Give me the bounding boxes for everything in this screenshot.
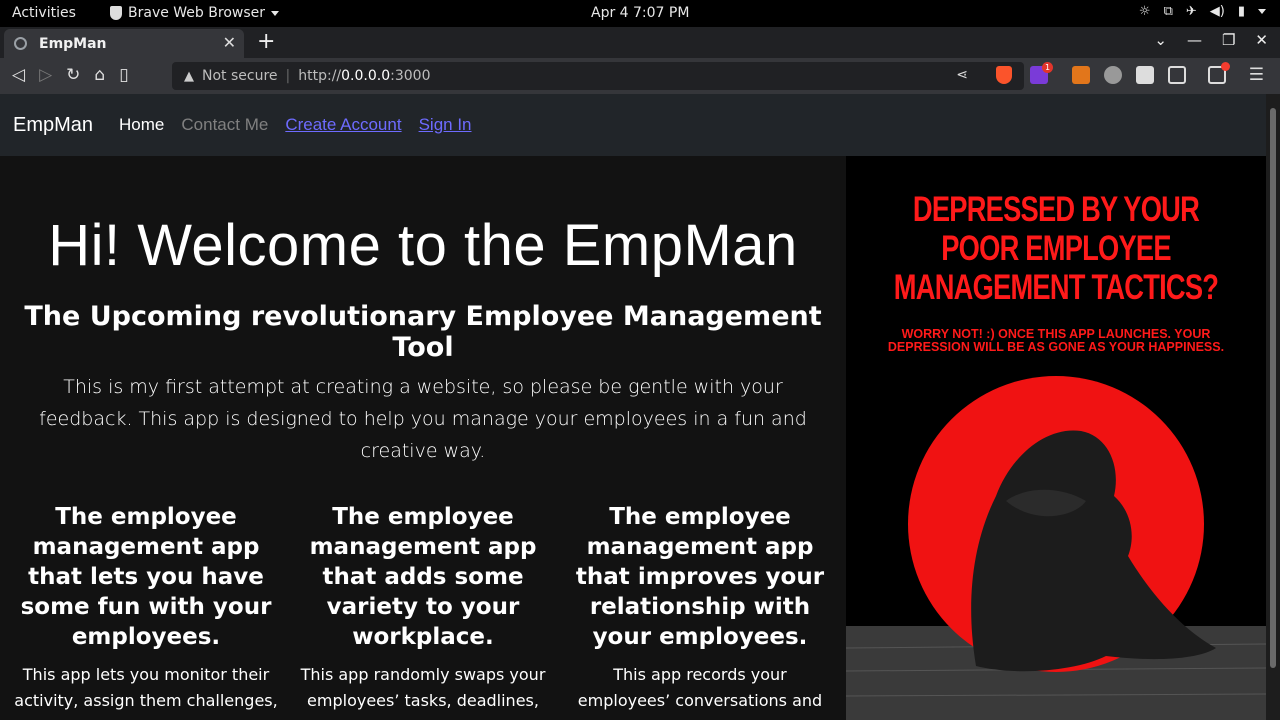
- url-separator: |: [285, 68, 291, 84]
- nav-link-contact[interactable]: Contact Me: [181, 115, 268, 135]
- brave-rewards-icon[interactable]: 1: [1030, 62, 1053, 84]
- feature-column: The employee management app that lets yo…: [12, 502, 280, 714]
- hamburger-menu-icon[interactable]: ☰: [1249, 65, 1264, 85]
- nav-buttons: ◁ ▷ ↻ ⌂ ▯: [12, 65, 129, 85]
- activities-button[interactable]: Activities: [12, 5, 76, 21]
- tab-title: EmpMan: [39, 35, 107, 52]
- bookmark-icon[interactable]: ▯: [119, 65, 128, 85]
- feature-text: This app randomly swaps your employees’ …: [300, 665, 546, 710]
- app-menu[interactable]: Brave Web Browser: [110, 5, 279, 21]
- feature-text: This app lets you monitor their activity…: [14, 665, 278, 710]
- brightness-icon: ☼: [1138, 4, 1151, 19]
- feature-heading: The employee management app that adds so…: [309, 504, 537, 650]
- chevron-down-icon: [271, 10, 279, 16]
- feature-heading: The employee management app that lets yo…: [20, 504, 272, 650]
- clock[interactable]: Apr 4 7:07 PM: [591, 5, 689, 21]
- system-tray[interactable]: ☼ ⧉ ✈ ◀) ▮: [1139, 4, 1266, 19]
- feature-columns: The employee management app that lets yo…: [12, 502, 834, 714]
- restore-icon[interactable]: ❐: [1222, 31, 1235, 49]
- page-scrollbar[interactable]: [1266, 94, 1280, 720]
- sidebar-icon[interactable]: [1168, 66, 1186, 84]
- browser-toolbar: ◁ ▷ ↻ ⌂ ▯ ▲ Not secure | http:// 0.0.0.0…: [0, 58, 1280, 94]
- extensions-area: 1: [1030, 62, 1230, 84]
- site-navbar: EmpMan Home Contact Me Create Account Si…: [0, 94, 1266, 156]
- system-top-bar: Activities Brave Web Browser Apr 4 7:07 …: [0, 0, 1280, 27]
- hero-subtitle: The Upcoming revolutionary Employee Mana…: [24, 301, 822, 363]
- puzzle-extensions-icon[interactable]: [1136, 66, 1154, 84]
- window-controls: ⌄ — ❐ ✕: [1154, 31, 1268, 49]
- home-icon[interactable]: ⌂: [94, 65, 105, 85]
- promo-poster-image: DEPRESSED BY YOUR POOR EMPLOYEE MANAGEME…: [846, 156, 1266, 720]
- brave-lion-icon: [110, 6, 122, 20]
- reload-icon[interactable]: ↻: [66, 65, 80, 85]
- tab-strip: EmpMan ✕ + ⌄ — ❐ ✕: [0, 27, 1280, 58]
- airplane-mode-icon: ✈: [1185, 4, 1197, 19]
- web-page: EmpMan Home Contact Me Create Account Si…: [0, 94, 1266, 720]
- site-brand[interactable]: EmpMan: [13, 114, 93, 137]
- globe-icon: [14, 37, 27, 50]
- tab-list-chevron-icon[interactable]: ⌄: [1154, 31, 1167, 49]
- url-prefix: http://: [298, 68, 342, 84]
- close-tab-icon[interactable]: ✕: [223, 33, 236, 52]
- poster-subtext: WORRY NOT! :) ONCE THIS APP LAUNCHES. YO…: [887, 327, 1225, 354]
- minimize-icon[interactable]: —: [1187, 31, 1202, 49]
- app-menu-label: Brave Web Browser: [128, 5, 265, 21]
- new-tab-button[interactable]: +: [257, 29, 275, 54]
- hero-lead: This is my first attempt at creating a w…: [39, 376, 807, 462]
- feature-text: This app records your employees’ convers…: [577, 665, 823, 710]
- hero-title: Hi! Welcome to the EmpMan: [48, 213, 798, 278]
- nav-link-sign-in[interactable]: Sign In: [419, 115, 472, 135]
- url-port: :3000: [390, 68, 431, 84]
- network-icon: ⧉: [1163, 4, 1173, 19]
- feature-column: The employee management app that adds so…: [289, 502, 557, 714]
- feature-heading: The employee management app that improve…: [575, 504, 825, 650]
- rewards-badge: 1: [1042, 62, 1053, 73]
- security-label[interactable]: Not secure: [202, 68, 278, 84]
- url-host: 0.0.0.0: [341, 68, 391, 84]
- chevron-down-icon: [1258, 9, 1266, 14]
- volume-icon: ◀): [1209, 4, 1225, 19]
- brave-shields-icon[interactable]: [996, 66, 1012, 84]
- browser-tab[interactable]: EmpMan ✕: [4, 29, 244, 58]
- extension-cloud-icon[interactable]: [1104, 66, 1122, 84]
- feature-column: The employee management app that improve…: [566, 502, 834, 714]
- poster-headline: DEPRESSED BY YOUR POOR EMPLOYEE MANAGEME…: [893, 190, 1219, 307]
- nav-link-create-account[interactable]: Create Account: [285, 115, 401, 135]
- close-window-icon[interactable]: ✕: [1255, 31, 1268, 49]
- battery-icon: ▮: [1237, 4, 1245, 19]
- wallet-icon[interactable]: [1208, 62, 1230, 84]
- notification-dot: [1221, 62, 1230, 71]
- hero-section: Hi! Welcome to the EmpMan The Upcoming r…: [0, 156, 846, 720]
- nav-link-home[interactable]: Home: [119, 115, 164, 135]
- forward-icon[interactable]: ▷: [39, 65, 52, 85]
- address-bar[interactable]: ▲ Not secure | http:// 0.0.0.0 :3000 ⋖: [172, 62, 1024, 90]
- scrollbar-thumb[interactable]: [1270, 108, 1276, 668]
- back-icon[interactable]: ◁: [12, 65, 25, 85]
- share-icon[interactable]: ⋖: [956, 67, 968, 83]
- metamask-fox-icon[interactable]: [1072, 66, 1090, 84]
- warning-icon[interactable]: ▲: [184, 69, 194, 84]
